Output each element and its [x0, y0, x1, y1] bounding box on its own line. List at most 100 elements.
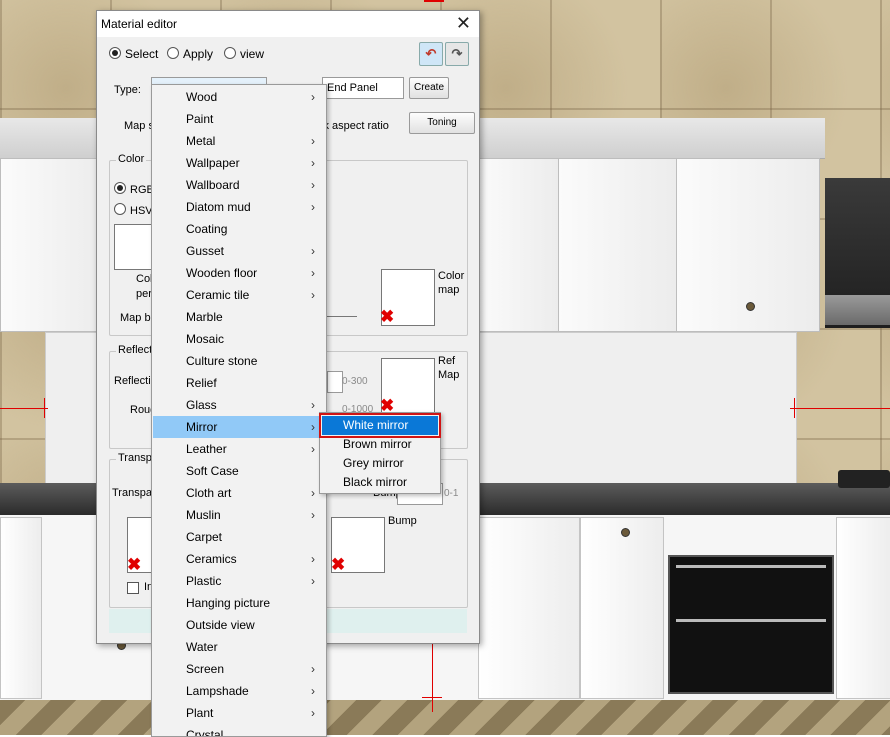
submenu-item-label: White mirror: [343, 418, 409, 432]
upper-cabinet-door: [0, 158, 102, 332]
invert-checkbox[interactable]: [127, 582, 139, 594]
menu-item-hanging-picture[interactable]: Hanging picture: [153, 592, 325, 614]
dimension-marker: [422, 697, 442, 698]
menu-item-wooden-floor[interactable]: Wooden floor ›: [153, 262, 325, 284]
chevron-right-icon: ›: [311, 684, 315, 698]
range-hood-panel: [825, 295, 890, 325]
menu-item-carpet[interactable]: Carpet: [153, 526, 325, 548]
submenu-item-brown-mirror[interactable]: Brown mirror: [322, 435, 438, 454]
menu-item-label: Ceramics: [186, 552, 237, 566]
menu-item-culture-stone[interactable]: Culture stone: [153, 350, 325, 372]
menu-item-gusset[interactable]: Gusset ›: [153, 240, 325, 262]
chevron-right-icon: ›: [311, 244, 315, 258]
menu-item-label: Plastic: [186, 574, 222, 588]
radio-checked-icon: [109, 47, 121, 59]
type-menu: Wood › Paint Metal › Wallpaper › Wallboard › Diat…: [151, 84, 327, 737]
menu-item-leather[interactable]: Leather ›: [153, 438, 325, 460]
lock-aspect-ratio-label[interactable]: ck aspect ratio: [318, 120, 389, 132]
menu-item-label: Hanging picture: [186, 596, 271, 610]
transparency-group-title: Transp: [116, 452, 154, 464]
menu-item-glass[interactable]: Glass ›: [153, 394, 325, 416]
ref-map-label-2: Map: [438, 369, 460, 381]
built-in-oven: [668, 555, 834, 694]
menu-item-label: Relief: [186, 376, 217, 390]
redo-button[interactable]: ↷: [445, 42, 469, 66]
menu-item-coating[interactable]: Coating: [153, 218, 325, 240]
menu-item-plant[interactable]: Plant ›: [153, 702, 325, 724]
chevron-right-icon: ›: [311, 156, 315, 170]
menu-item-ceramics[interactable]: Ceramics ›: [153, 548, 325, 570]
radio-rgb[interactable]: RGB: [114, 182, 154, 196]
menu-item-ceramic-tile[interactable]: Ceramic tile ›: [153, 284, 325, 306]
undo-button[interactable]: ↶: [419, 42, 443, 66]
menu-item-water[interactable]: Water: [153, 636, 325, 658]
bump-label: Bump: [388, 515, 417, 527]
menu-item-label: Gusset: [186, 244, 225, 258]
radio-unchecked-icon: [167, 47, 179, 59]
menu-item-wallboard[interactable]: Wallboard ›: [153, 174, 325, 196]
chevron-right-icon: ›: [311, 508, 315, 522]
dialog-titlebar[interactable]: Material editor ✕: [97, 11, 479, 37]
menu-item-label: Paint: [186, 112, 214, 126]
close-icon[interactable]: ✕: [456, 13, 471, 33]
chevron-right-icon: ›: [311, 662, 315, 676]
menu-item-wallpaper[interactable]: Wallpaper ›: [153, 152, 325, 174]
menu-item-label: Cloth art: [186, 486, 232, 500]
menu-item-mirror[interactable]: Mirror ›: [153, 416, 325, 438]
dimension-marker: [794, 398, 795, 418]
menu-item-paint[interactable]: Paint: [153, 108, 325, 130]
menu-item-label: Culture stone: [186, 354, 258, 368]
menu-item-crystal[interactable]: Crystal: [153, 724, 325, 736]
menu-item-marble[interactable]: Marble: [153, 306, 325, 328]
menu-item-soft-case[interactable]: Soft Case: [153, 460, 325, 482]
menu-item-plastic[interactable]: Plastic ›: [153, 570, 325, 592]
menu-item-muslin[interactable]: Muslin ›: [153, 504, 325, 526]
type-label: Type:: [114, 84, 141, 96]
menu-item-label: Leather: [186, 442, 227, 456]
submenu-item-black-mirror[interactable]: Black mirror: [322, 473, 438, 492]
radio-select[interactable]: Select: [109, 47, 158, 61]
radio-apply[interactable]: Apply: [167, 47, 213, 61]
upper-cabinet-door: [478, 158, 560, 332]
menu-item-label: Carpet: [186, 530, 223, 544]
menu-item-mosaic[interactable]: Mosaic: [153, 328, 325, 350]
reflect-group-title: Reflect: [116, 344, 155, 356]
menu-item-label: Marble: [186, 310, 223, 324]
menu-item-label: Wallboard: [186, 178, 240, 192]
radio-view-label: view: [240, 47, 265, 61]
slider-track[interactable]: [327, 316, 357, 317]
color-map-label: Color: [438, 270, 465, 282]
submenu-item-white-mirror[interactable]: White mirror: [319, 413, 441, 438]
menu-item-label: Lampshade: [186, 684, 249, 698]
menu-item-lampshade[interactable]: Lampshade ›: [153, 680, 325, 702]
floor-tiles: [0, 700, 890, 735]
chevron-right-icon: ›: [311, 574, 315, 588]
menu-item-label: Ceramic tile: [186, 288, 250, 302]
menu-item-diatom-mud[interactable]: Diatom mud ›: [153, 196, 325, 218]
menu-item-cloth-art[interactable]: Cloth art ›: [153, 482, 325, 504]
chevron-right-icon: ›: [311, 442, 315, 456]
radio-hsv[interactable]: HSV: [114, 203, 153, 217]
chevron-right-icon: ›: [311, 266, 315, 280]
create-button[interactable]: Create: [409, 77, 449, 99]
toning-button[interactable]: Toning: [409, 112, 475, 134]
chevron-right-icon: ›: [311, 706, 315, 720]
chevron-right-icon: ›: [311, 420, 315, 434]
bump-range: 0-1: [444, 488, 459, 499]
menu-item-relief[interactable]: Relief: [153, 372, 325, 394]
menu-item-label: Water: [186, 640, 218, 654]
color-swatch[interactable]: [114, 224, 154, 270]
lower-cabinet-door: [0, 517, 42, 699]
menu-item-screen[interactable]: Screen ›: [153, 658, 325, 680]
menu-item-outside-view[interactable]: Outside view: [153, 614, 325, 636]
radio-view[interactable]: view: [224, 47, 264, 61]
menu-item-label: Wooden floor: [186, 266, 258, 280]
menu-item-metal[interactable]: Metal ›: [153, 130, 325, 152]
radio-unchecked-icon: [224, 47, 236, 59]
submenu-item-grey-mirror[interactable]: Grey mirror: [322, 454, 438, 473]
reflection-field[interactable]: [327, 371, 343, 393]
menu-item-label: Muslin: [186, 508, 221, 522]
menu-item-wood[interactable]: Wood ›: [153, 86, 325, 108]
material-name-field[interactable]: End Panel: [322, 77, 404, 99]
menu-item-label: Mosaic: [186, 332, 225, 346]
